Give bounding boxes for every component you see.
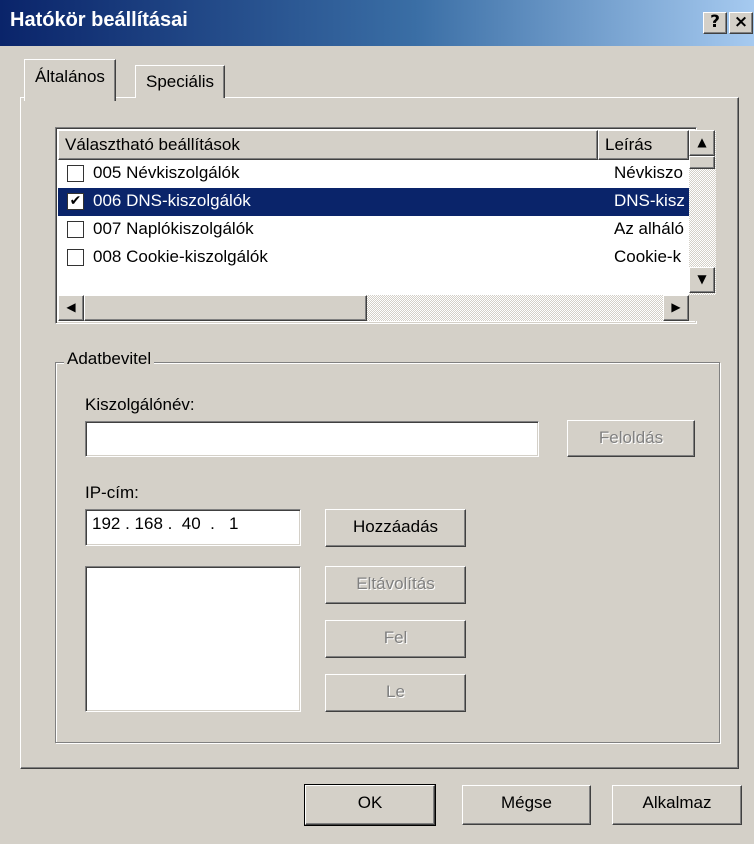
checkbox[interactable]	[67, 221, 84, 238]
horizontal-scrollbar[interactable]: ◀ ▶	[58, 295, 689, 321]
scroll-corner	[689, 295, 716, 321]
server-name-label: Kiszolgálónév:	[85, 395, 195, 414]
cancel-button[interactable]: Mégse	[462, 785, 591, 825]
option-name: 006 DNS-kiszolgálók	[93, 191, 251, 210]
scroll-right-icon[interactable]: ▶	[663, 295, 689, 321]
move-up-button[interactable]: Fel	[325, 620, 466, 658]
option-name: 008 Cookie-kiszolgálók	[93, 247, 268, 266]
checkbox[interactable]	[67, 165, 84, 182]
list-item[interactable]: 005 Névkiszolgálók Névkiszo	[58, 160, 689, 188]
ip-address-input[interactable]: 192 . 168 . 40 . 1	[85, 509, 301, 546]
close-button[interactable]: ×	[729, 12, 753, 34]
window-title: Hatókör beállításai	[10, 9, 188, 31]
column-header-options[interactable]: Választható beállítások	[58, 130, 598, 160]
server-name-input[interactable]	[85, 421, 539, 457]
option-description: Névkiszo	[614, 163, 683, 182]
ip-address-list[interactable]	[85, 566, 301, 712]
column-header-description[interactable]: Leírás	[598, 130, 689, 160]
scroll-left-icon[interactable]: ◀	[58, 295, 84, 321]
scroll-down-icon[interactable]: ▼	[689, 267, 715, 293]
ip-address-label: IP-cím:	[85, 483, 139, 502]
resolve-button[interactable]: Feloldás	[567, 420, 695, 457]
move-down-button[interactable]: Le	[325, 674, 466, 712]
list-item[interactable]: 008 Cookie-kiszolgálók Cookie-k	[58, 244, 689, 272]
apply-button[interactable]: Alkalmaz	[612, 785, 742, 825]
add-button[interactable]: Hozzáadás	[325, 509, 466, 547]
checkbox[interactable]	[67, 249, 84, 266]
scroll-up-icon[interactable]: ▲	[689, 130, 715, 156]
checkbox-checked[interactable]: ✔	[67, 193, 84, 210]
option-name: 005 Névkiszolgálók	[93, 163, 240, 182]
scroll-thumb[interactable]	[84, 295, 367, 321]
scroll-thumb[interactable]	[689, 156, 715, 169]
ok-button[interactable]: OK	[304, 784, 436, 826]
options-listview[interactable]: Választható beállítások Leírás 005 Névki…	[55, 127, 716, 324]
list-item-selected[interactable]: ✔ 006 DNS-kiszolgálók DNS-kisz	[58, 188, 689, 216]
title-bar[interactable]: Hatókör beállításai ? ×	[0, 0, 754, 46]
tab-advanced[interactable]: Speciális	[135, 65, 226, 98]
vertical-scrollbar[interactable]: ▲ ▼	[689, 130, 716, 295]
help-button[interactable]: ?	[703, 12, 727, 34]
option-description: DNS-kisz	[614, 191, 685, 210]
option-description: Cookie-k	[614, 247, 682, 266]
option-description: Az alháló	[614, 219, 684, 238]
tab-general[interactable]: Általános	[24, 59, 116, 101]
option-name: 007 Naplókiszolgálók	[93, 219, 254, 238]
remove-button[interactable]: Eltávolítás	[325, 566, 466, 604]
group-legend: Adatbevitel	[64, 349, 155, 369]
list-item[interactable]: 007 Naplókiszolgálók Az alháló	[58, 216, 689, 244]
